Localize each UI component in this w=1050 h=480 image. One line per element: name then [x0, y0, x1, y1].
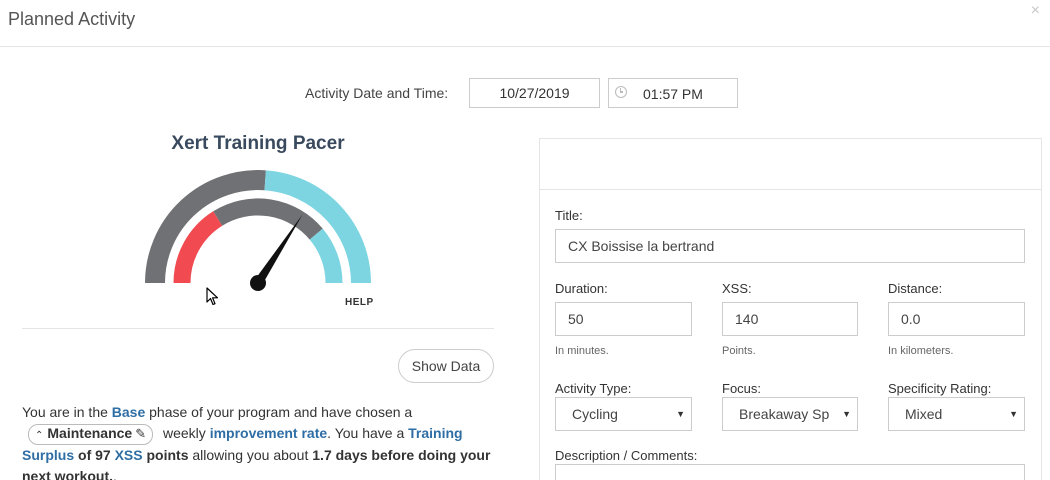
- focus-value: Breakaway Sp: [739, 406, 830, 422]
- xss-hint: Points.: [722, 345, 756, 357]
- specificity-rating-select[interactable]: Mixed ▼: [888, 397, 1025, 431]
- activity-type-label: Activity Type:: [555, 381, 632, 396]
- gauge-needle-hub: [250, 275, 266, 291]
- description-label: Description / Comments:: [555, 448, 698, 463]
- summary-text-part: of 97: [74, 447, 115, 463]
- double-chevron-up-icon: ⌃: [35, 430, 44, 441]
- form-panel-divider: [539, 189, 1042, 190]
- mouse-cursor-icon: [206, 287, 219, 306]
- xss-input[interactable]: 140: [722, 302, 858, 336]
- show-data-button[interactable]: Show Data: [398, 349, 494, 383]
- training-pacer-gauge[interactable]: [130, 160, 380, 300]
- focus-label: Focus:: [722, 381, 762, 396]
- distance-input[interactable]: 0.0: [888, 302, 1025, 336]
- distance-hint: In kilometers.: [888, 345, 954, 357]
- activity-date-input[interactable]: 10/27/2019: [469, 78, 600, 108]
- summary-text-part: phase of your program and have chosen a: [145, 404, 413, 420]
- summary-text-part: allowing you about: [188, 447, 313, 463]
- modal-header: Planned Activity ×: [0, 0, 1050, 47]
- phase-link[interactable]: Base: [112, 404, 145, 420]
- gauge-help-link[interactable]: HELP: [345, 297, 374, 308]
- dropdown-arrow-icon: ▼: [839, 398, 851, 430]
- activity-time-value: 01:57 PM: [643, 86, 703, 102]
- summary-text-part: You are in the: [22, 404, 112, 420]
- activity-type-select[interactable]: Cycling ▼: [555, 397, 692, 431]
- close-icon[interactable]: ×: [1031, 3, 1040, 19]
- activity-type-value: Cycling: [572, 406, 618, 422]
- clock-icon: [615, 86, 627, 98]
- activity-date-time-label: Activity Date and Time:: [305, 85, 449, 101]
- distance-label: Distance:: [888, 281, 943, 296]
- duration-input[interactable]: 50: [555, 302, 692, 336]
- pencil-icon: ✎: [135, 426, 147, 441]
- specificity-rating-label: Specificity Rating:: [888, 381, 992, 396]
- duration-hint: In minutes.: [555, 345, 609, 357]
- duration-label: Duration:: [555, 281, 608, 296]
- summary-text-part: .: [113, 468, 117, 480]
- training-pacer-title: Xert Training Pacer: [171, 133, 345, 154]
- gauge-inner-red-arc: [173, 211, 223, 284]
- description-textarea[interactable]: [555, 464, 1025, 480]
- focus-select[interactable]: Breakaway Sp ▼: [722, 397, 858, 431]
- specificity-rating-value: Mixed: [905, 406, 943, 422]
- title-label: Title:: [555, 208, 583, 223]
- dropdown-arrow-icon: ▼: [673, 398, 685, 430]
- activity-time-input[interactable]: 01:57 PM: [608, 78, 738, 108]
- xss-label: XSS:: [722, 281, 752, 296]
- rate-badge-label: Maintenance: [47, 425, 133, 441]
- planned-activity-modal: Planned Activity × Activity Date and Tim…: [0, 0, 1050, 480]
- summary-text-part: . You have a: [327, 425, 409, 441]
- title-input[interactable]: CX Boissise la bertrand: [555, 229, 1025, 263]
- summary-text-part: weekly: [159, 425, 210, 441]
- gauge-inner-cyan-arc: [309, 228, 343, 284]
- gauge-needle: [254, 214, 303, 286]
- pacer-summary-text: You are in the Base phase of your progra…: [22, 402, 502, 480]
- modal-title: Planned Activity: [8, 9, 136, 29]
- dropdown-arrow-icon: ▼: [1006, 398, 1018, 430]
- improvement-rate-badge[interactable]: ⌃ Maintenance ✎: [28, 424, 154, 445]
- improvement-rate-link[interactable]: improvement rate: [210, 425, 327, 441]
- summary-text-part: points: [142, 447, 189, 463]
- gauge-inner-gray-arc: [213, 198, 323, 240]
- pacer-divider: [22, 328, 494, 329]
- xss-link[interactable]: XSS: [115, 447, 143, 463]
